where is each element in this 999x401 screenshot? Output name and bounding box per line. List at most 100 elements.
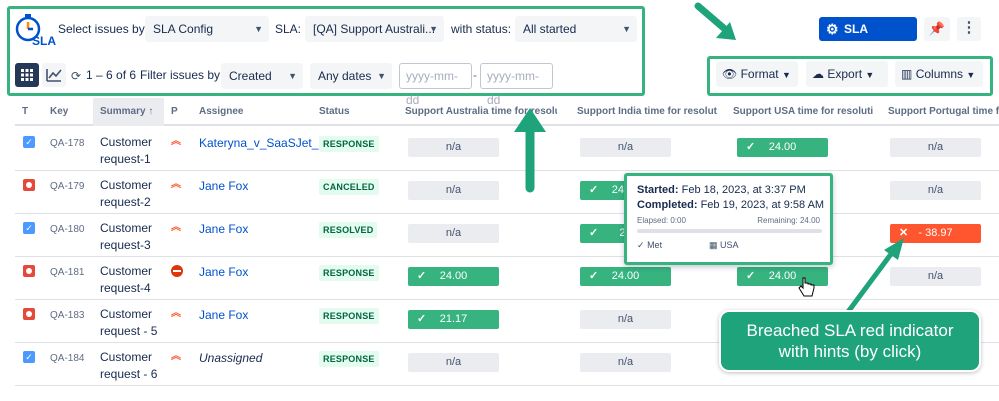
sla-cell-india[interactable]: ✓24.00: [580, 267, 671, 286]
filter-issues-label: Filter issues by:: [140, 68, 224, 82]
chart-line-icon: [46, 69, 62, 82]
grid-view-button[interactable]: [15, 63, 39, 87]
chevron-down-icon: ▼: [865, 70, 875, 80]
col-key[interactable]: Key: [50, 106, 68, 117]
check-icon: ✓: [589, 184, 599, 196]
more-vertical-icon: ⋮: [961, 19, 977, 36]
columns-icon: ▥: [901, 67, 913, 81]
sla-manager-button[interactable]: ⚙ SLA Manager: [819, 17, 917, 60]
sla-cell-portugal[interactable]: n/a: [890, 138, 981, 157]
status-badge: CANCELED: [319, 179, 379, 195]
pin-icon: 📌: [928, 21, 946, 36]
check-icon: ✓: [746, 270, 756, 282]
refresh-icon[interactable]: ⟳: [71, 69, 81, 83]
col-portugal[interactable]: Support Portugal time for resolution: [888, 106, 999, 117]
issue-summary[interactable]: Customer request-4: [100, 263, 170, 297]
issue-key[interactable]: QA-184: [50, 353, 84, 364]
priority-high-icon: ︽: [171, 308, 181, 319]
issue-summary[interactable]: Customer request - 5: [100, 306, 170, 340]
assignee-link[interactable]: Jane Fox: [199, 265, 248, 279]
date-from-input[interactable]: yyyy-mm-dd: [399, 63, 472, 107]
col-assignee[interactable]: Assignee: [199, 106, 243, 117]
issue-summary[interactable]: Customer request-3: [100, 220, 170, 254]
gear-icon: ⚙: [826, 21, 839, 37]
sla-cell-australia[interactable]: n/a: [408, 181, 499, 200]
bug-type-icon: [23, 265, 35, 277]
col-status[interactable]: Status: [319, 106, 350, 117]
assignee-link[interactable]: Kateryna_v_SaaSJet_: [199, 136, 318, 150]
status-badge: RESPONSE: [319, 351, 379, 367]
status-badge: RESOLVED: [319, 222, 378, 238]
calendar-icon: ▦: [709, 240, 718, 250]
check-icon: ✓: [746, 141, 756, 153]
date-to-input[interactable]: yyyy-mm-dd: [480, 63, 553, 107]
more-options-button[interactable]: ⋮: [957, 17, 981, 41]
col-india[interactable]: Support India time for resolution: [577, 106, 717, 117]
priority-blocker-icon: [171, 265, 183, 277]
status-badge: RESPONSE: [319, 265, 379, 281]
sla-cell-australia[interactable]: n/a: [408, 138, 499, 157]
issue-key[interactable]: QA-178: [50, 138, 84, 149]
issue-summary[interactable]: Customer request-1: [100, 134, 170, 168]
status-badge: RESPONSE: [319, 308, 379, 324]
chevron-down-icon: ▼: [966, 70, 976, 80]
check-icon: ✓: [637, 240, 645, 250]
format-button[interactable]: 👁 Format ▼: [716, 61, 798, 87]
issue-count: 1 – 6 of 6: [86, 68, 137, 82]
columns-button[interactable]: ▥ Columns ▼: [895, 61, 983, 87]
issue-summary[interactable]: Customer request - 6: [100, 349, 170, 383]
issue-key[interactable]: QA-183: [50, 310, 84, 321]
col-summary[interactable]: Summary ↑: [100, 106, 153, 117]
tooltip-completed: Completed: Feb 19, 2023, at 9:58 AM: [637, 199, 825, 211]
hand-cursor-icon: [798, 277, 815, 297]
callout-line-2: with hints (by click): [778, 342, 922, 361]
bug-type-icon: [23, 308, 35, 320]
callout-line-1: Breached SLA red indicator: [746, 321, 954, 340]
check-icon: ✓: [589, 227, 599, 239]
check-icon: ✓: [589, 270, 599, 282]
col-priority: P: [171, 106, 178, 117]
sla-cell-australia[interactable]: ✓ 21.17: [408, 310, 499, 329]
sort-asc-icon: ↑: [148, 106, 154, 117]
sla-cell-australia[interactable]: n/a: [408, 224, 499, 243]
sla-cell-india[interactable]: n/a: [580, 353, 671, 372]
bug-type-icon: [23, 179, 35, 191]
priority-high-icon: ︽: [171, 222, 181, 233]
eye-icon: 👁: [722, 67, 738, 81]
chart-view-button[interactable]: [42, 63, 66, 87]
tooltip-remaining: Remaining: 24.00: [757, 216, 820, 225]
tooltip-elapsed: Elapsed: 0:00: [637, 216, 686, 225]
status-badge: RESPONSE: [319, 136, 379, 152]
task-type-icon: ✓: [23, 222, 35, 234]
issue-key[interactable]: QA-179: [50, 181, 84, 192]
sla-cell-australia[interactable]: n/a: [408, 353, 499, 372]
sla-cell-portugal[interactable]: n/a: [890, 181, 981, 200]
issue-summary[interactable]: Customer request-2: [100, 177, 170, 211]
pin-button[interactable]: 📌: [924, 17, 950, 41]
sla-cell-australia[interactable]: ✓ 24.00: [408, 267, 499, 286]
sla-cell-india[interactable]: n/a: [580, 138, 671, 157]
issue-key[interactable]: QA-180: [50, 224, 84, 235]
cloud-download-icon: ☁: [812, 67, 824, 81]
assignee-link[interactable]: Jane Fox: [199, 308, 248, 322]
col-usa[interactable]: Support USA time for resolution: [733, 106, 873, 117]
check-icon: ✓: [417, 313, 427, 325]
sla-cell-usa[interactable]: ✓ 24.00: [737, 138, 828, 157]
issue-key[interactable]: QA-181: [50, 267, 84, 278]
tooltip-met: ✓ Met: [637, 240, 663, 250]
export-button[interactable]: ☁ Export ▼: [806, 61, 888, 87]
priority-high-icon: ︽: [171, 179, 181, 190]
date-range-dropdown[interactable]: Any dates ▼: [310, 63, 392, 89]
task-type-icon: ✓: [23, 136, 35, 148]
tooltip-started: Started: Feb 18, 2023, at 3:37 PM: [637, 184, 806, 196]
sla-cell-india[interactable]: n/a: [580, 310, 671, 329]
check-icon: ✓: [417, 270, 427, 282]
assignee-link[interactable]: Jane Fox: [199, 222, 248, 236]
assignee-link[interactable]: Jane Fox: [199, 179, 248, 193]
grid-icon: [21, 69, 33, 81]
tooltip-calendar: ▦ USA: [709, 240, 739, 250]
priority-high-icon: ︽: [171, 136, 181, 147]
annotation-arrow-up: [514, 108, 546, 193]
filter-field-dropdown[interactable]: Created ▼: [221, 63, 303, 89]
priority-high-icon: ︽: [171, 351, 181, 362]
